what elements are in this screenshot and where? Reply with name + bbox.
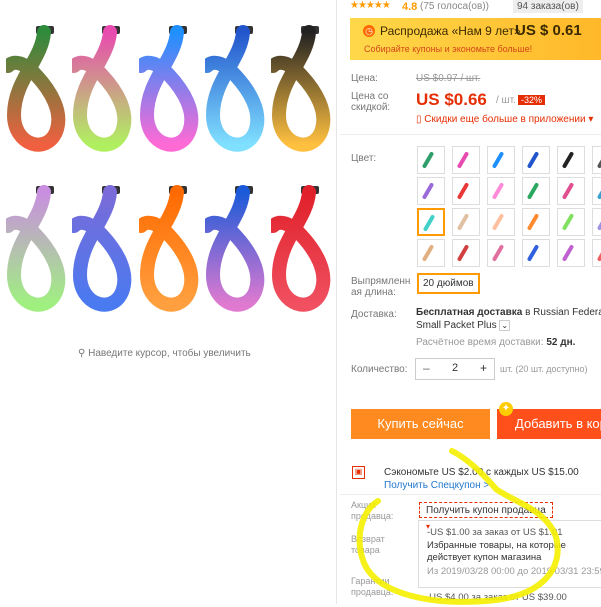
color-swatch[interactable] xyxy=(487,208,515,236)
swatch-thumbnail xyxy=(491,213,505,231)
swatch-thumbnail xyxy=(526,213,540,231)
hair-extension-image[interactable] xyxy=(72,180,134,325)
hair-extension-image[interactable] xyxy=(271,20,333,165)
product-gallery[interactable]: ⚲ Наведите курсор, чтобы увеличить xyxy=(0,0,335,604)
color-swatch[interactable] xyxy=(452,146,480,174)
length-option-selected[interactable]: 20 дюймов xyxy=(417,273,480,294)
phone-icon: ▯ xyxy=(416,114,422,125)
quantity-stepper: – 2 + xyxy=(415,358,495,380)
swatch-thumbnail xyxy=(421,244,435,262)
hair-extension-image[interactable] xyxy=(205,180,267,325)
swatch-thumbnail xyxy=(596,151,601,169)
quantity-input[interactable]: 2 xyxy=(452,362,458,374)
color-swatch[interactable] xyxy=(557,177,585,205)
votes-link[interactable]: (75 голоса(ов)) xyxy=(420,1,489,12)
color-swatch[interactable] xyxy=(417,239,445,267)
orders-count: 94 заказа(ов) xyxy=(513,0,583,13)
swatch-thumbnail xyxy=(596,244,601,262)
swatch-thumbnail xyxy=(456,213,470,231)
hair-extension-image[interactable] xyxy=(6,180,68,325)
color-swatch[interactable] xyxy=(487,239,515,267)
divider xyxy=(336,0,337,604)
minus-button[interactable]: – xyxy=(423,361,430,375)
color-swatch[interactable] xyxy=(417,208,445,236)
quantity-label: Количество: xyxy=(351,364,408,375)
color-swatch[interactable] xyxy=(452,239,480,267)
discount-price-label-2: скидкой: xyxy=(351,102,391,113)
rating-value: 4.8 xyxy=(402,1,418,13)
color-swatch[interactable] xyxy=(522,177,550,205)
swatch-thumbnail xyxy=(596,213,601,231)
price-unit: / шт. xyxy=(496,95,516,106)
hair-extension-image[interactable] xyxy=(6,20,68,165)
hair-extension-image[interactable] xyxy=(139,180,201,325)
star-badge-icon: ✦ xyxy=(499,402,513,416)
promo-subtitle: Собирайте купоны и экономьте больше! xyxy=(364,44,533,54)
swatch-thumbnail xyxy=(422,214,436,232)
swatch-thumbnail xyxy=(596,182,601,200)
swatch-thumbnail xyxy=(421,151,435,169)
shipping-label: Доставка: xyxy=(351,309,397,320)
swatch-thumbnail xyxy=(561,213,575,231)
color-swatch[interactable] xyxy=(592,146,601,174)
length-label-2: ая длина: xyxy=(351,287,396,298)
swatch-thumbnail xyxy=(526,244,540,262)
discount-badge: -32% xyxy=(518,95,546,105)
rating-stars: ★★★★★ xyxy=(350,0,391,11)
color-swatch[interactable] xyxy=(522,208,550,236)
color-swatch[interactable] xyxy=(417,177,445,205)
color-swatch[interactable] xyxy=(487,146,515,174)
swatch-thumbnail xyxy=(526,151,540,169)
hair-extension-image[interactable] xyxy=(205,20,267,165)
color-swatch[interactable] xyxy=(557,208,585,236)
color-swatch[interactable] xyxy=(487,177,515,205)
color-swatch[interactable] xyxy=(592,239,601,267)
swatch-thumbnail xyxy=(561,151,575,169)
swatch-thumbnail xyxy=(456,182,470,200)
quantity-available: шт. (20 шт. доступно) xyxy=(500,364,588,374)
color-swatch[interactable] xyxy=(452,208,480,236)
color-swatch[interactable] xyxy=(592,177,601,205)
chevron-down-icon: ▾ xyxy=(588,114,594,125)
swatch-thumbnail xyxy=(491,151,505,169)
length-label-1: Выпрямленн xyxy=(351,276,411,287)
color-swatch[interactable] xyxy=(522,239,550,267)
buy-now-button[interactable]: Купить сейчас xyxy=(351,409,490,439)
magnifier-icon: ⚲ xyxy=(78,348,86,359)
color-swatch[interactable] xyxy=(417,146,445,174)
swatch-thumbnail xyxy=(491,182,505,200)
discount-price-label-1: Цена со xyxy=(351,91,389,102)
hair-extension-image[interactable] xyxy=(271,180,333,325)
hair-extension-image[interactable] xyxy=(139,20,201,165)
current-price: US $0.66 xyxy=(416,90,487,109)
clock-icon: ◷ xyxy=(363,25,375,37)
swatch-thumbnail xyxy=(526,182,540,200)
promo-title: Распродажа «Нам 9 лет» xyxy=(380,24,521,38)
promo-price: US $ 0.61 xyxy=(515,22,582,39)
swatch-thumbnail xyxy=(456,244,470,262)
old-price: US $0.97 / шт. xyxy=(416,73,481,84)
plus-button[interactable]: + xyxy=(480,361,487,375)
shipping-method[interactable]: Бесплатная доставка в Russian Federation… xyxy=(416,307,601,331)
swatch-thumbnail xyxy=(561,244,575,262)
swatch-thumbnail xyxy=(456,151,470,169)
add-to-cart-button[interactable]: Добавить в корзину xyxy=(497,409,601,439)
swatch-thumbnail xyxy=(421,182,435,200)
color-swatch[interactable] xyxy=(557,146,585,174)
highlight-annotation xyxy=(356,448,561,605)
swatch-thumbnail xyxy=(561,182,575,200)
price-label: Цена: xyxy=(351,73,378,84)
color-label: Цвет: xyxy=(351,153,377,164)
color-swatch[interactable] xyxy=(452,177,480,205)
separator xyxy=(340,134,601,135)
swatch-thumbnail xyxy=(491,244,505,262)
chevron-down-icon[interactable]: ⌄ xyxy=(499,320,511,331)
hair-extension-image[interactable] xyxy=(72,20,134,165)
color-swatch[interactable] xyxy=(592,208,601,236)
zoom-hint: ⚲ Наведите курсор, чтобы увеличить xyxy=(78,348,251,359)
color-swatch[interactable] xyxy=(557,239,585,267)
color-swatch[interactable] xyxy=(522,146,550,174)
app-discount-link[interactable]: ▯ Скидки еще больше в приложении ▾ xyxy=(416,114,593,125)
delivery-time: Расчётное время доставки: 52 дн. xyxy=(416,337,576,348)
